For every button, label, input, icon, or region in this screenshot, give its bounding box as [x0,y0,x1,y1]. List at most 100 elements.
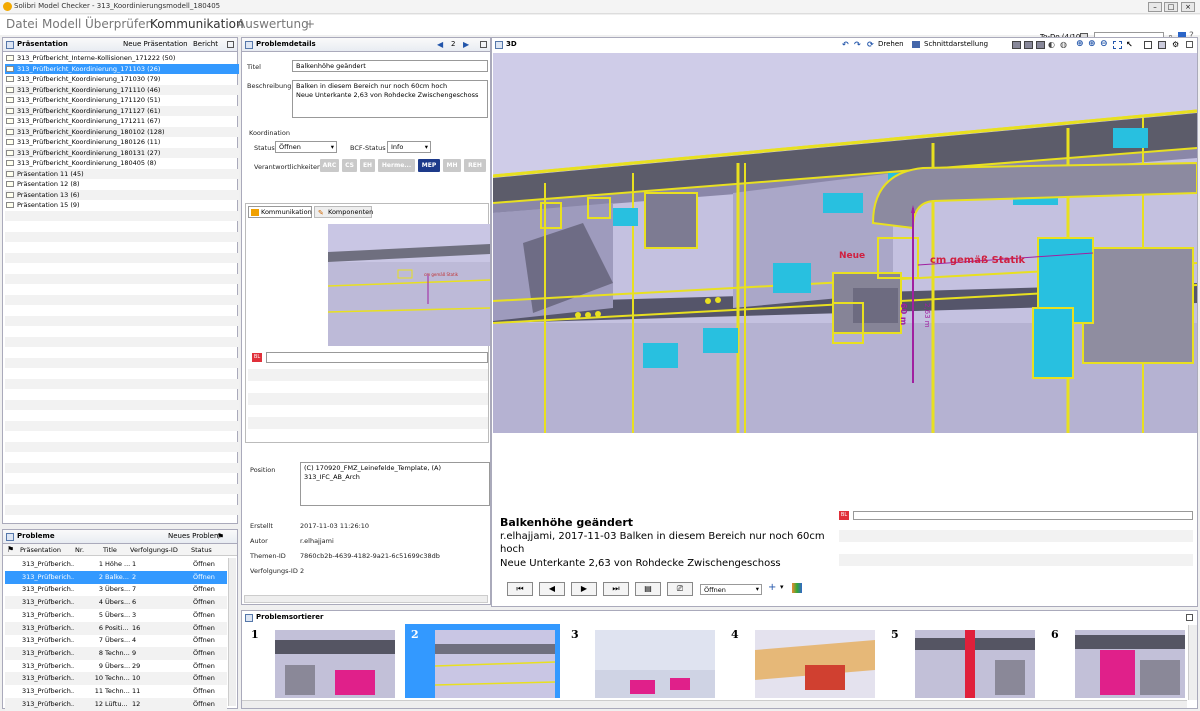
section-view-button[interactable]: Schnittdarstellung [924,38,988,51]
presentation-mode-button[interactable]: ⎚ [667,582,693,596]
presentation-item[interactable]: 313_Prüfbericht_Koordinierung_171127 (61… [5,106,239,116]
add-icon[interactable]: + [768,582,776,593]
sorter-item-1[interactable]: 1 [245,624,400,698]
col-status[interactable]: Status [191,546,212,554]
status-select[interactable]: Öffnen ▾ [275,141,337,153]
table-row[interactable]: 313_Prüfberich... 9 Übers... 29 Öffnen [5,660,227,673]
sorter-item-3[interactable]: 3 [565,624,720,698]
table-row[interactable]: 313_Prüfberich... 11 Techn... 11 Öffnen [5,685,227,698]
presentation-item[interactable]: 313_Prüfbericht_Koordinierung_180102 (12… [5,127,239,137]
color-icon[interactable]: ◍ [1060,38,1067,51]
details-hscrollbar[interactable] [244,595,488,603]
redo-icon[interactable]: ↷ [854,38,861,51]
slideshow-button[interactable]: ▤ [635,582,661,596]
zoom-fit-icon[interactable]: ⊕ [1088,38,1096,51]
presentation-item[interactable]: 313_Prüfbericht_Koordinierung_180131 (27… [5,148,239,158]
wireframe-icon[interactable] [1024,41,1033,49]
settings-icon[interactable]: ⚙ [1172,38,1179,51]
responsibility-chip[interactable]: MH [443,159,461,172]
transparency-icon[interactable] [1036,41,1045,49]
rotate-button[interactable]: Drehen [878,38,904,51]
comment-input[interactable] [266,352,488,363]
presentation-item[interactable]: 313_Prüfbericht_Interne-Kollisionen_1712… [5,53,239,63]
new-presentation-button[interactable]: Neue Präsentation [123,38,188,51]
maximize-panel-icon[interactable] [227,41,234,48]
next-slide-button[interactable]: ▶ [571,582,597,596]
zoom-in-icon[interactable]: ⊕ [1076,38,1084,51]
presentation-item[interactable]: 313_Prüfbericht_Koordinierung_180126 (11… [5,137,239,147]
communication-snapshot[interactable]: cm gemäß Statik [328,224,490,346]
cube-view-icon[interactable] [1012,41,1021,49]
table-row[interactable]: 313_Prüfberich... 6 Positi... 16 Öffnen [5,621,227,635]
table-row[interactable]: 313_Prüfberich... 4 Übers... 6 Öffnen [5,596,227,610]
menu-modell[interactable]: Modell [42,17,81,31]
panel-split-icon[interactable] [1158,41,1166,49]
pointer-icon[interactable]: ↖ [1126,38,1133,51]
responsibility-chip[interactable]: ARC [320,159,339,172]
view3d-comment-input[interactable] [853,511,1193,520]
flag-icon[interactable]: ⚑ [217,530,224,543]
presentation-item[interactable]: Präsentation 13 (6) [5,190,239,200]
presentation-item[interactable]: 313_Prüfbericht_Koordinierung_171211 (67… [5,116,239,126]
view3d-canvas[interactable]: Neue cm gemäß Statik 60 m 2,63 m [493,53,1197,433]
next-problem-icon[interactable]: ▶ [463,38,469,51]
table-row[interactable]: 313_Prüfberich... 1 Höhe ... 1 Öffnen [5,558,227,571]
presentation-item[interactable]: 313_Prüfbericht_Koordinierung_171120 (51… [5,95,239,105]
zoom-out-icon[interactable]: ⊖ [1100,38,1108,51]
menu-auswertung[interactable]: Auswertung [237,17,309,31]
table-row[interactable]: 313_Prüfberich... 8 Techn... 9 Öffnen [5,646,227,660]
prev-slide-button[interactable]: ◀ [539,582,565,596]
presentation-item[interactable]: 313_Prüfbericht_Koordinierung_180405 (8) [5,158,239,168]
maximize-details-icon[interactable] [480,41,487,48]
table-row[interactable]: 313_Prüfberich... 12 Lüftu... 12 Öffnen [5,697,227,711]
visibility-icon[interactable]: ◐ [1048,38,1055,51]
sorter-item-5[interactable]: 5 [885,624,1040,698]
table-row[interactable]: 313_Prüfberich... 2 Balke... 2 Öffnen [5,570,227,584]
responsibility-chip[interactable]: EH [360,159,375,172]
presentation-item[interactable]: 313_Prüfbericht_Koordinierung_171030 (79… [5,74,239,84]
menu-ueberpruefen[interactable]: Überprüfen [85,17,153,31]
responsibility-chip[interactable]: Herme... [378,159,415,172]
first-slide-button[interactable]: ⏮ [507,582,533,596]
sorter-item-2[interactable]: 2 [405,624,560,698]
presentation-item[interactable]: 313_Prüfbericht_Koordinierung_171110 (46… [5,85,239,95]
responsibility-chip[interactable]: MEP [418,159,440,172]
presentation-item[interactable]: Präsentation 12 (8) [5,179,239,189]
col-presentation[interactable]: Präsentation [20,546,61,554]
table-row[interactable]: 313_Prüfberich... 3 Übers... 7 Öffnen [5,583,227,596]
new-problem-button[interactable]: Neues Problem [168,530,221,543]
bcf-export-icon[interactable] [792,583,802,593]
undo-icon[interactable]: ↶ [842,38,849,51]
beschreibung-textarea[interactable]: Balken in diesem Bereich nur noch 60cm h… [292,80,488,118]
problems-scrollbar[interactable] [228,558,236,706]
responsibility-chip[interactable]: REH [464,159,486,172]
maximize-button[interactable]: □ [1164,2,1178,12]
zoom-window-icon[interactable] [1113,41,1122,49]
col-nr[interactable]: Nr. [75,546,84,554]
rotate-icon[interactable]: ⟳ [867,38,874,51]
table-row[interactable]: 313_Prüfberich... 5 Übers... 3 Öffnen [5,609,227,622]
responsibility-chip[interactable]: CS [342,159,357,172]
prev-problem-icon[interactable]: ◀ [437,38,443,51]
presentation-item[interactable]: 313_Prüfbericht_Koordinierung_171103 (26… [5,63,239,74]
titel-input[interactable]: Balkenhöhe geändert [292,60,488,72]
minimize-button[interactable]: – [1148,2,1162,12]
panel-layout-icon[interactable] [1144,41,1152,49]
sorter-hscrollbar[interactable] [242,700,1187,708]
tab-communication[interactable]: Kommunikation [248,206,312,218]
tab-components[interactable]: ✎ Komponenten [314,206,373,218]
col-title[interactable]: Title [103,546,117,554]
maximize-3d-icon[interactable] [1186,41,1193,48]
report-button[interactable]: Bericht [193,38,218,51]
nav-status-select[interactable]: Öffnen ▾ [700,584,762,595]
table-row[interactable]: 313_Prüfberich... 10 Techn... 10 Öffnen [5,672,227,686]
sorter-item-4[interactable]: 4 [725,624,880,698]
close-button[interactable]: × [1181,2,1195,12]
presentation-item[interactable]: Präsentation 15 (9) [5,200,239,210]
table-row[interactable]: 313_Prüfberich... 7 Übers... 4 Öffnen [5,634,227,647]
maximize-sorter-icon[interactable] [1186,614,1193,621]
menu-datei[interactable]: Datei [6,17,38,31]
presentation-item[interactable]: Präsentation 11 (45) [5,169,239,179]
menu-add-tab[interactable]: + [305,17,315,31]
dropdown-icon[interactable]: ▾ [780,583,784,591]
